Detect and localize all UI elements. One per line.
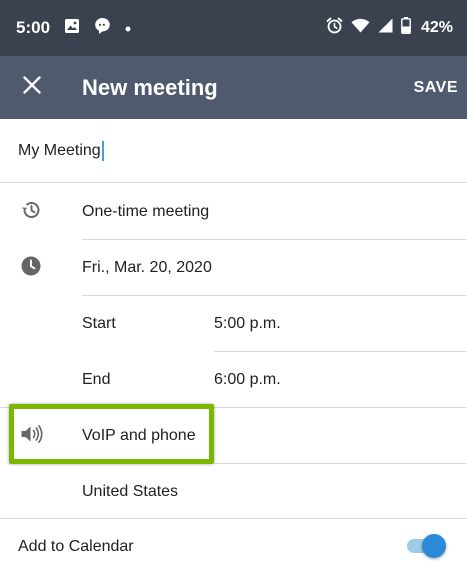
recurrence-label: One-time meeting	[82, 203, 210, 220]
clock-icon	[20, 255, 42, 282]
meeting-title-input[interactable]: My Meeting	[0, 119, 467, 183]
status-bar: 5:00 42%	[0, 0, 467, 56]
add-to-calendar-row[interactable]: Add to Calendar	[0, 519, 467, 571]
country-label: United States	[82, 483, 179, 500]
page-title: New meeting	[82, 74, 218, 100]
status-time: 5:00	[16, 18, 51, 37]
end-time-value[interactable]: 6:00 p.m.	[214, 371, 281, 389]
signal-icon	[378, 18, 393, 38]
date-row[interactable]: Fri., Mar. 20, 2020	[0, 240, 467, 296]
speaker-icon	[20, 424, 44, 449]
battery-icon	[401, 17, 411, 39]
chat-bubble-icon	[94, 17, 111, 40]
audio-row[interactable]: VoIP and phone	[0, 408, 467, 464]
dot-icon	[125, 19, 131, 37]
toggle-thumb	[422, 534, 446, 558]
status-left: 5:00	[16, 17, 131, 40]
date-label: Fri., Mar. 20, 2020	[82, 259, 212, 276]
meeting-title-value: My Meeting	[18, 141, 101, 159]
text-caret	[101, 140, 104, 161]
battery-percent: 42%	[420, 19, 453, 36]
wifi-icon	[351, 18, 370, 38]
add-to-calendar-label: Add to Calendar	[18, 538, 134, 555]
status-right: 42%	[326, 17, 453, 39]
close-button[interactable]	[0, 56, 64, 119]
alarm-icon	[326, 17, 343, 39]
end-time-row[interactable]: End 6:00 p.m.	[0, 352, 467, 408]
history-icon	[20, 199, 42, 226]
audio-label: VoIP and phone	[82, 427, 196, 444]
country-row[interactable]: United States	[0, 464, 467, 520]
start-label: Start	[82, 315, 116, 332]
close-icon	[23, 76, 41, 99]
save-button[interactable]: SAVE	[414, 79, 458, 97]
add-to-calendar-toggle[interactable]	[404, 534, 446, 558]
end-label: End	[82, 371, 111, 388]
start-time-value[interactable]: 5:00 p.m.	[214, 315, 281, 333]
image-icon	[64, 18, 80, 39]
recurrence-row[interactable]: One-time meeting	[0, 184, 467, 240]
start-time-row[interactable]: Start 5:00 p.m.	[0, 296, 467, 352]
app-bar: New meeting SAVE	[0, 56, 467, 119]
